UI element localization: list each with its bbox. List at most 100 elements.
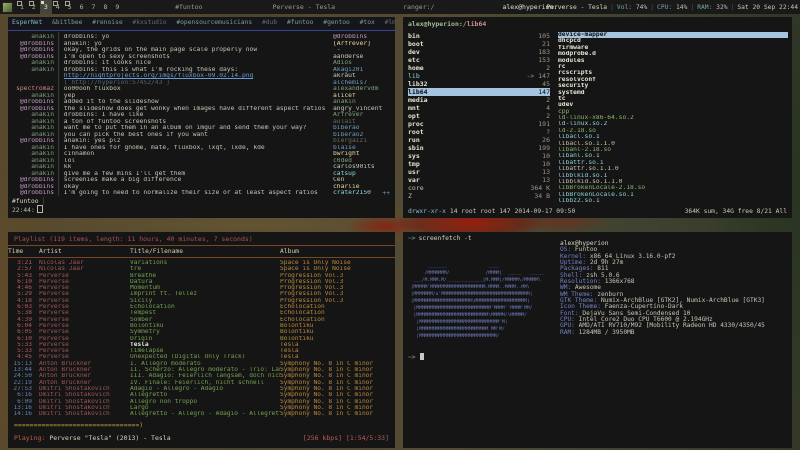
nicklist-nick: biberao2 xyxy=(333,132,363,138)
clock-widget: Sat 20 Sep 22:44 xyxy=(737,4,798,11)
file-name: mnt xyxy=(408,104,420,112)
file-name: bin xyxy=(408,32,420,40)
channel-buffer-tab[interactable]: #funtoo xyxy=(287,19,314,26)
ncmpcpp-player-window: Playlist (119 items, length: 11 hours, 4… xyxy=(8,232,395,448)
volume-value: 74% xyxy=(636,4,647,11)
file-name: libattr.so.1 xyxy=(558,160,604,166)
file-count: 13 xyxy=(542,176,550,184)
file-name: core xyxy=(408,184,424,192)
separator-line xyxy=(8,257,395,258)
player-status-bar: Playing: Perverse "Tesla" (2013) - Tesla… xyxy=(14,434,389,442)
info-value: 1284MB / 3950MB xyxy=(579,329,635,336)
file-name: media xyxy=(408,96,428,104)
file-row[interactable]: tmp 10 xyxy=(408,160,550,168)
file-row[interactable]: libbz2.so.1 xyxy=(558,198,788,204)
file-count: 2 xyxy=(546,112,550,120)
channel-buffer-tab[interactable]: #gentoo xyxy=(323,19,350,26)
file-row[interactable]: lib64 147 xyxy=(408,88,550,96)
file-name: rc xyxy=(558,64,566,70)
track-artist: Dmitri Shostakovich xyxy=(32,411,130,417)
workspace-tag[interactable]: 3 xyxy=(40,0,52,14)
file-row[interactable]: bin 105 xyxy=(408,32,550,40)
nicklist-nick: aanderse xyxy=(333,54,363,60)
channel-buffer-tab[interactable]: #tox xyxy=(360,19,375,26)
workspace-tag[interactable]: 2 xyxy=(28,0,40,14)
nicklist-nick: bwright xyxy=(333,151,360,157)
file-row[interactable]: lib32 45 xyxy=(408,80,550,88)
file-name: sys xyxy=(408,152,420,160)
workspace-tag[interactable]: 4 xyxy=(52,0,64,14)
file-name: lib32 xyxy=(408,80,428,88)
workspace-tag[interactable]: 9 xyxy=(111,0,123,14)
tasklist-item[interactable]: ranger:/ xyxy=(361,0,476,14)
tag-occupied-square xyxy=(65,1,70,6)
nicklist-nick: Cen xyxy=(333,177,344,183)
nick-separator: │ xyxy=(57,190,61,197)
workspace-tag[interactable]: 7 xyxy=(88,0,100,14)
file-count: 45 xyxy=(542,80,550,88)
nicklist-nick: Arfrever xyxy=(333,112,363,118)
channel-buffer-tab[interactable]: #renoise xyxy=(92,19,122,26)
channel-buffer-tab[interactable]: #dub xyxy=(262,19,277,26)
file-row[interactable]: lib -> 147 xyxy=(408,72,550,80)
playlist-track-row[interactable]: 14:16 Dmitri Shostakovich Allegretto - A… xyxy=(8,411,395,417)
channel-buffer-tab[interactable]: &bitlbee xyxy=(52,19,82,26)
file-name: ld-linux.so.2 xyxy=(558,121,607,127)
file-row[interactable]: usr 13 xyxy=(408,168,550,176)
workspace-tag[interactable]: 8 xyxy=(99,0,111,14)
nicklist-nick: c0ded xyxy=(333,158,352,164)
file-name: udev xyxy=(558,102,573,108)
workspace-tag[interactable]: 5 xyxy=(64,0,76,14)
seek-progress-bar[interactable]: ================================) xyxy=(14,421,143,429)
file-row[interactable]: core 364 K xyxy=(408,184,550,192)
chat-text: I'm going to need to normalize their siz… xyxy=(64,190,318,197)
file-row[interactable]: boot 21 xyxy=(408,40,550,48)
file-row[interactable]: root ? xyxy=(408,128,550,136)
tasklist-item[interactable]: Perverse - Tesla xyxy=(246,0,361,14)
file-name: libblkid.so.1 xyxy=(558,173,607,179)
file-name: libacl.so.1.1.0 xyxy=(558,141,615,147)
playlist-column-headers: Time Artist Title/Filename Album xyxy=(8,248,395,255)
file-name: home xyxy=(408,64,424,72)
file-row[interactable]: sys 10 xyxy=(408,152,550,160)
tasklist-item[interactable]: #funtoo xyxy=(131,0,246,14)
tasklist: #funtoo Perverse - Tesla ranger:/ alex@h… xyxy=(131,0,591,14)
file-row[interactable]: Z 34 B xyxy=(408,192,550,200)
info-value: 1366x768 xyxy=(605,278,635,285)
file-name: cpp xyxy=(558,109,569,115)
file-row[interactable]: mnt 4 xyxy=(408,104,550,112)
awesome-menu-icon[interactable] xyxy=(2,2,13,13)
file-name: dev xyxy=(408,48,420,56)
tag-occupied-square xyxy=(29,1,34,6)
shell-prompt-idle[interactable]: ~> xyxy=(408,353,424,361)
nicklist-nick: anakin xyxy=(333,99,356,105)
taglist: 1 2 3 4 5 6 7 8 9 xyxy=(16,0,123,14)
funtoo-ascii-logo: _______ ____ /MMMMMMM/ /MMMM| _____ ____… xyxy=(408,263,544,340)
file-row[interactable]: sbin 199 xyxy=(408,144,550,152)
file-count: 147 xyxy=(538,88,550,96)
nicklist-nick: alchemis7 xyxy=(333,80,367,86)
weechat-input-bar[interactable]: 22:44: xyxy=(12,205,43,214)
channel-buffer-tab[interactable]: #kxstudio xyxy=(132,19,166,26)
channel-buffer-tab[interactable]: EsperNet xyxy=(12,19,42,26)
file-row[interactable]: home 2 xyxy=(408,64,550,72)
channel-buffer-tab[interactable]: #lmms xyxy=(385,19,395,26)
file-row[interactable]: dev 183 xyxy=(408,48,550,56)
block-cursor xyxy=(420,353,424,360)
workspace-tag[interactable]: 1 xyxy=(16,0,28,14)
file-row[interactable]: var 13 xyxy=(408,176,550,184)
tag-occupied-square xyxy=(41,1,44,4)
now-playing-widget: Perverse - Tesla xyxy=(546,4,607,11)
nicklist-nick: aulait xyxy=(333,119,356,125)
file-row[interactable]: media 2 xyxy=(408,96,550,104)
file-row[interactable]: etc 153 xyxy=(408,56,550,64)
file-name: security xyxy=(558,83,588,89)
nicklist-nick: catsup xyxy=(333,171,356,177)
channel-buffer-tab[interactable]: #opensourcemusicians xyxy=(176,19,252,26)
file-row[interactable]: proc 191 xyxy=(408,120,550,128)
playing-label: Playing: xyxy=(14,434,45,442)
file-row[interactable]: run 26 xyxy=(408,136,550,144)
file-row[interactable]: opt 2 xyxy=(408,112,550,120)
chat-nick: @drobbins xyxy=(12,190,54,197)
workspace-tag[interactable]: 6 xyxy=(76,0,88,14)
